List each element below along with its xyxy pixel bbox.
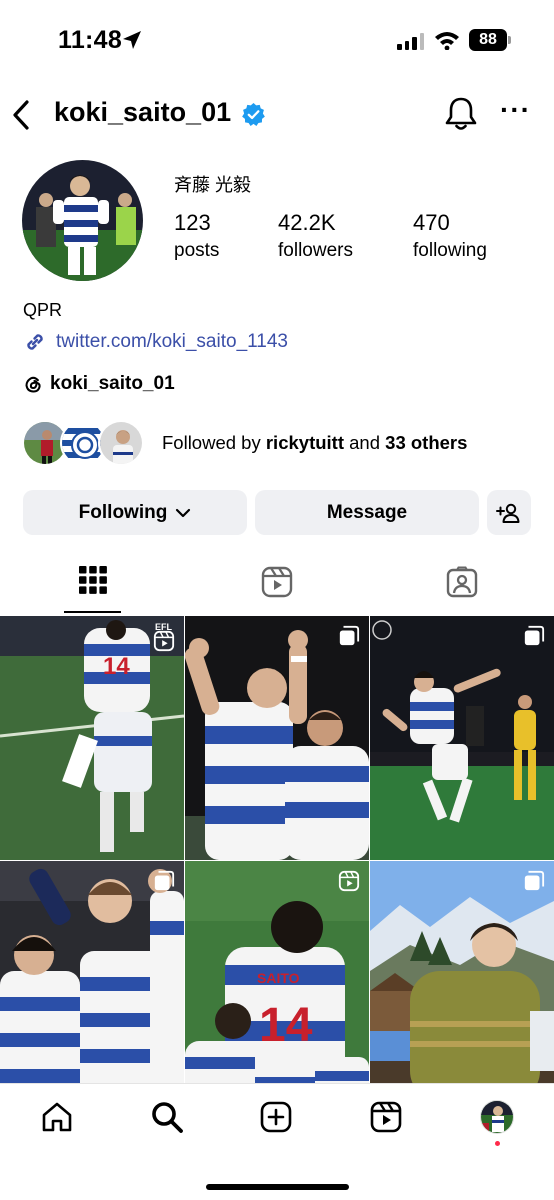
follower-avatar xyxy=(98,420,144,466)
reels-icon[interactable] xyxy=(369,1100,403,1134)
add-person-icon xyxy=(496,503,520,523)
post-image: SAITO 14 xyxy=(185,861,369,1105)
profile-link-text[interactable]: twitter.com/koki_saito_1143 xyxy=(56,331,288,353)
followed-by-text: Followed by rickytuitt and 33 others xyxy=(162,432,467,454)
message-button-label: Message xyxy=(326,501,408,523)
stat-posts[interactable]: 123 posts xyxy=(174,210,219,262)
stat-followers-label: followers xyxy=(278,240,353,261)
threads-icon xyxy=(25,376,41,393)
carousel-icon xyxy=(339,625,360,646)
profile-full-name: 斉藤 光毅 xyxy=(174,175,252,195)
svg-text:SAITO: SAITO xyxy=(257,970,300,986)
message-button[interactable]: Message xyxy=(255,490,479,535)
grid-post[interactable] xyxy=(370,861,554,1105)
stat-followers-value: 42.2K xyxy=(278,210,336,235)
home-indicator xyxy=(206,1184,349,1190)
header-username: koki_saito_01 xyxy=(54,97,232,127)
following-button[interactable]: Following xyxy=(23,490,247,535)
following-button-label: Following xyxy=(78,501,168,523)
carousel-icon xyxy=(524,870,545,891)
profile-tabs xyxy=(0,560,554,615)
search-icon[interactable] xyxy=(150,1100,184,1134)
profile-bio: QPR xyxy=(23,300,63,320)
svg-text:14: 14 xyxy=(103,653,130,680)
bottom-navigation xyxy=(0,1083,554,1200)
grid-post[interactable] xyxy=(185,616,369,860)
tagged-tab[interactable] xyxy=(446,566,478,598)
followed-by-prefix: Followed by xyxy=(162,432,266,453)
battery-nub xyxy=(508,36,511,44)
stat-following-label: following xyxy=(413,240,487,261)
post-image xyxy=(370,616,554,860)
followed-by-others[interactable]: 33 others xyxy=(385,432,467,453)
battery-level: 88 xyxy=(469,29,507,51)
stat-following[interactable]: 470 following xyxy=(413,210,487,262)
reel-icon xyxy=(338,870,360,892)
wifi-icon xyxy=(435,32,459,50)
threads-handle[interactable]: koki_saito_01 xyxy=(50,373,175,395)
cellular-signal-icon xyxy=(397,33,424,50)
location-arrow-icon xyxy=(123,31,141,49)
post-image xyxy=(0,861,184,1105)
carousel-icon xyxy=(524,625,545,646)
profile-avatar[interactable] xyxy=(22,160,143,281)
back-chevron-icon[interactable] xyxy=(10,98,32,132)
profile-link[interactable]: twitter.com/koki_saito_1143 xyxy=(23,330,288,354)
grid-post[interactable] xyxy=(370,616,554,860)
reel-icon xyxy=(153,630,175,652)
svg-text:14: 14 xyxy=(259,999,313,1052)
grid-tab[interactable] xyxy=(79,566,107,594)
post-image xyxy=(370,861,554,1105)
notification-dot xyxy=(495,1141,500,1146)
stat-followers[interactable]: 42.2K followers xyxy=(278,210,353,262)
profile-header: koki_saito_01 ··· xyxy=(0,90,554,140)
grid-post[interactable]: SAITO 14 xyxy=(185,861,369,1105)
status-bar: 11:48 88 xyxy=(0,0,554,80)
grid-post[interactable] xyxy=(0,861,184,1105)
grid-post[interactable]: 14 EFL xyxy=(0,616,184,860)
active-tab-indicator xyxy=(64,611,121,613)
create-icon[interactable] xyxy=(259,1100,293,1134)
post-image: 14 xyxy=(0,616,184,860)
followed-by-and: and xyxy=(344,432,386,453)
reels-tab[interactable] xyxy=(261,566,293,598)
avatar-image xyxy=(22,160,143,281)
stat-posts-value: 123 xyxy=(174,210,211,235)
stat-posts-label: posts xyxy=(174,240,220,261)
followed-by-user[interactable]: rickytuitt xyxy=(266,432,344,453)
carousel-icon xyxy=(154,870,175,891)
post-image xyxy=(185,616,369,860)
threads-badge[interactable]: koki_saito_01 xyxy=(23,373,175,395)
link-icon xyxy=(27,334,43,350)
status-time: 11:48 xyxy=(58,26,123,54)
stat-following-value: 470 xyxy=(413,210,450,235)
suggest-people-button[interactable] xyxy=(487,490,531,535)
followed-by[interactable]: Followed by rickytuitt and 33 others xyxy=(22,420,467,466)
more-icon[interactable]: ··· xyxy=(500,96,531,124)
home-icon[interactable] xyxy=(40,1100,74,1134)
chevron-down-icon xyxy=(176,508,191,517)
profile-avatar-nav[interactable] xyxy=(480,1100,514,1134)
verified-badge-icon xyxy=(242,103,265,126)
bell-icon[interactable] xyxy=(444,96,478,132)
